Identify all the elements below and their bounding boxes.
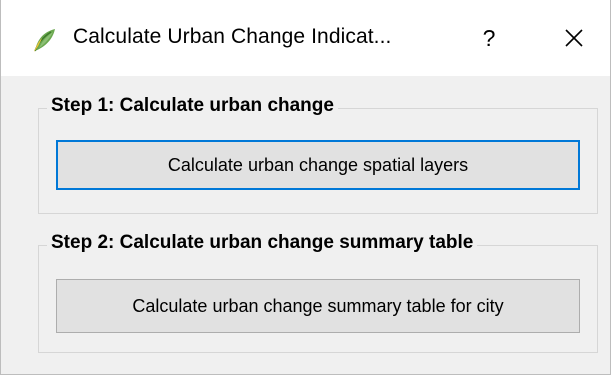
help-button[interactable]: ? xyxy=(469,18,509,58)
qgis-leaf-icon xyxy=(34,29,55,52)
calculate-spatial-layers-button[interactable]: Calculate urban change spatial layers xyxy=(56,140,580,190)
title-bar[interactable]: Calculate Urban Change Indicat... ? xyxy=(1,0,610,76)
close-icon xyxy=(565,29,583,47)
close-button[interactable] xyxy=(552,18,596,58)
help-label: ? xyxy=(482,24,496,51)
calculate-summary-table-button[interactable]: Calculate urban change summary table for… xyxy=(56,279,580,333)
step2-group-title: Step 2: Calculate urban change summary t… xyxy=(47,232,478,254)
step1-group-title: Step 1: Calculate urban change xyxy=(47,95,338,117)
window-title: Calculate Urban Change Indicat... xyxy=(73,25,392,48)
dialog-window: Calculate Urban Change Indicat... ? Step… xyxy=(0,0,611,375)
